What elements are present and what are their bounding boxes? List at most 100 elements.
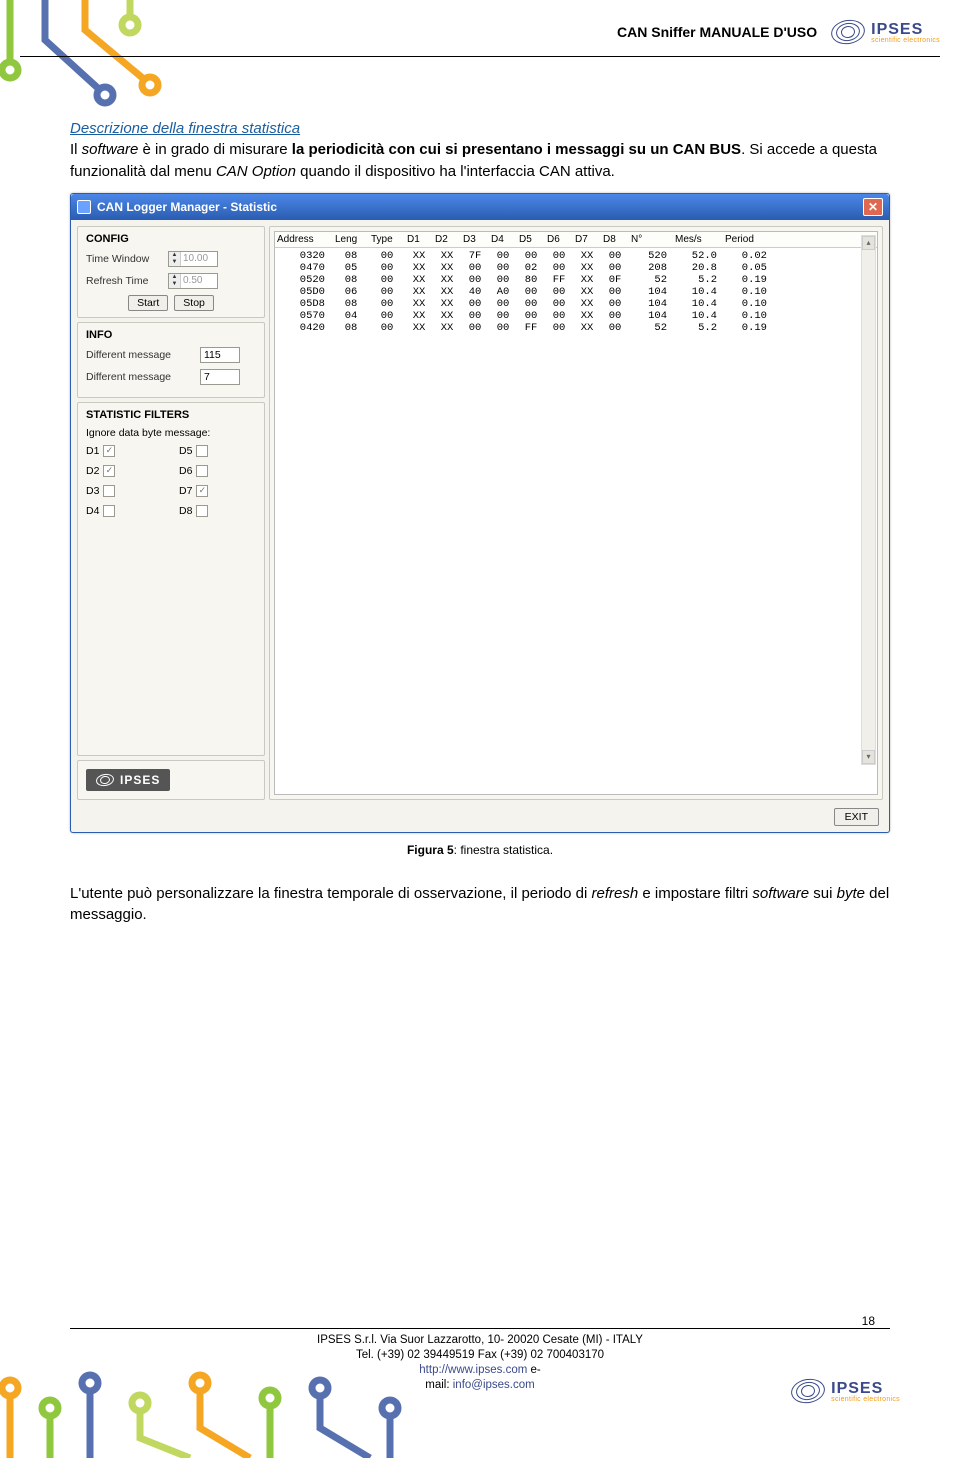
col-mes/s: Mes/s	[673, 232, 723, 247]
stop-button[interactable]: Stop	[174, 295, 214, 311]
table-header: AddressLengTypeD1D2D3D4D5D6D7D8N°Mes/sPe…	[275, 232, 877, 248]
footer-line1: IPSES S.r.l. Via Suor Lazzarotto, 10- 20…	[0, 1333, 960, 1348]
table-row[interactable]: 05D00600XXXX40A00000XX0010410.40.10	[275, 286, 877, 298]
col-d7: D7	[573, 232, 601, 247]
filter-d1: D1 ✓	[86, 445, 163, 457]
time-window-label: Time Window	[86, 253, 164, 265]
spinner-up-icon[interactable]: ▲	[169, 274, 180, 281]
col-n°: N°	[629, 232, 673, 247]
footer-rule	[70, 1328, 890, 1329]
filter-checkbox[interactable]	[196, 445, 208, 457]
filter-checkbox[interactable]	[103, 505, 115, 517]
exit-button[interactable]: EXIT	[834, 808, 879, 826]
window-title: CAN Logger Manager - Statistic	[97, 200, 277, 214]
filters-title: STATISTIC FILTERS	[86, 409, 256, 421]
filter-label: D1	[86, 445, 99, 457]
page-header: CAN Sniffer MANUALE D'USO IPSES scientif…	[0, 20, 960, 44]
table-row[interactable]: 05200800XXXX000080FFXX0F525.20.19	[275, 274, 877, 286]
filter-label: D3	[86, 485, 99, 497]
col-address: Address	[275, 232, 333, 247]
logo-text: IPSES	[871, 21, 923, 38]
filter-label: D2	[86, 465, 99, 477]
col-d8: D8	[601, 232, 629, 247]
col-d5: D5	[517, 232, 545, 247]
footer-url: http://www.ipses.com	[419, 1364, 527, 1376]
config-title: CONFIG	[86, 233, 256, 245]
logo-mark-icon	[789, 1376, 827, 1406]
window-icon	[77, 200, 91, 214]
page-number: 18	[862, 1314, 875, 1328]
logo-subtext: scientific electronics	[871, 37, 940, 44]
diff-msg-value-2	[200, 369, 240, 385]
close-button[interactable]: ✕	[863, 198, 883, 216]
scrollbar[interactable]: ▴ ▾	[861, 235, 876, 765]
spinner-down-icon[interactable]: ▼	[169, 281, 180, 288]
filter-checkbox[interactable]: ✓	[196, 485, 208, 497]
footer-line2: Tel. (+39) 02 39449519 Fax (+39) 02 7004…	[0, 1348, 960, 1363]
col-d4: D4	[489, 232, 517, 247]
filter-checkbox[interactable]: ✓	[103, 445, 115, 457]
col-d1: D1	[405, 232, 433, 247]
filter-checkbox[interactable]	[103, 485, 115, 497]
col-type: Type	[369, 232, 405, 247]
time-window-input[interactable]	[181, 252, 217, 266]
filter-d5: D5	[179, 445, 256, 457]
filter-label: D4	[86, 505, 99, 517]
filter-checkbox[interactable]	[196, 465, 208, 477]
info-title: INFO	[86, 329, 256, 341]
paragraph-1: Il software è in grado di misurare la pe…	[70, 139, 890, 183]
filter-checkbox[interactable]: ✓	[103, 465, 115, 477]
sidebar-logo-panel: IPSES	[77, 760, 265, 800]
spinner-up-icon[interactable]: ▲	[169, 252, 180, 259]
filters-sub: Ignore data byte message:	[86, 427, 256, 439]
logo: IPSES scientific electronics	[831, 20, 940, 44]
filters-panel: STATISTIC FILTERS Ignore data byte messa…	[77, 402, 265, 756]
time-window-spinner[interactable]: ▲▼	[168, 251, 218, 267]
refresh-label: Refresh Time	[86, 275, 164, 287]
filter-checkbox[interactable]	[196, 505, 208, 517]
section-heading: Descrizione della finestra statistica	[70, 120, 890, 137]
footer-email: info@ipses.com	[453, 1379, 535, 1391]
refresh-spinner[interactable]: ▲▼	[168, 273, 218, 289]
logo-mark-icon	[829, 17, 867, 47]
badge-text: IPSES	[120, 773, 160, 787]
table-row[interactable]: 04200800XXXX0000FF00XX00525.20.19	[275, 322, 877, 334]
col-d6: D6	[545, 232, 573, 247]
badge-mark-icon	[95, 772, 115, 787]
app-window: CAN Logger Manager - Statistic ✕ CONFIG …	[70, 193, 890, 833]
table-row[interactable]: 03200800XXXX7F000000XX0052052.00.02	[275, 250, 877, 262]
decoration-top-left	[0, 0, 210, 120]
filter-d7: D7 ✓	[179, 485, 256, 497]
table-body: 03200800XXXX7F000000XX0052052.00.0204700…	[275, 248, 877, 334]
filter-d8: D8	[179, 505, 256, 517]
logo-subtext: scientific electronics	[831, 1396, 900, 1403]
info-panel: INFO Different message Different message	[77, 322, 265, 398]
statistic-table: AddressLengTypeD1D2D3D4D5D6D7D8N°Mes/sPe…	[274, 231, 878, 795]
filter-d6: D6	[179, 465, 256, 477]
refresh-input[interactable]	[181, 274, 217, 288]
col-d2: D2	[433, 232, 461, 247]
titlebar: CAN Logger Manager - Statistic ✕	[71, 194, 889, 220]
doc-title: CAN Sniffer MANUALE D'USO	[617, 24, 817, 40]
table-row[interactable]: 04700500XXXX00000200XX0020820.80.05	[275, 262, 877, 274]
filter-d2: D2 ✓	[86, 465, 163, 477]
header-rule	[20, 56, 940, 57]
scroll-down-icon[interactable]: ▾	[862, 750, 875, 764]
filter-label: D7	[179, 485, 192, 497]
spinner-down-icon[interactable]: ▼	[169, 259, 180, 266]
filter-label: D6	[179, 465, 192, 477]
filter-d3: D3	[86, 485, 163, 497]
diff-msg-label-2: Different message	[86, 371, 196, 383]
main-area: AddressLengTypeD1D2D3D4D5D6D7D8N°Mes/sPe…	[269, 226, 883, 800]
start-button[interactable]: Start	[128, 295, 168, 311]
footer-logo: IPSES scientific electronics	[791, 1379, 900, 1403]
figure-caption: Figura 5: finestra statistica.	[70, 843, 890, 857]
diff-msg-label-1: Different message	[86, 349, 196, 361]
diff-msg-value-1	[200, 347, 240, 363]
paragraph-2: L'utente può personalizzare la finestra …	[70, 883, 890, 927]
logo-text: IPSES	[831, 1380, 883, 1397]
scroll-up-icon[interactable]: ▴	[862, 236, 875, 250]
col-period: Period	[723, 232, 773, 247]
table-row[interactable]: 05D80800XXXX00000000XX0010410.40.10	[275, 298, 877, 310]
table-row[interactable]: 05700400XXXX00000000XX0010410.40.10	[275, 310, 877, 322]
